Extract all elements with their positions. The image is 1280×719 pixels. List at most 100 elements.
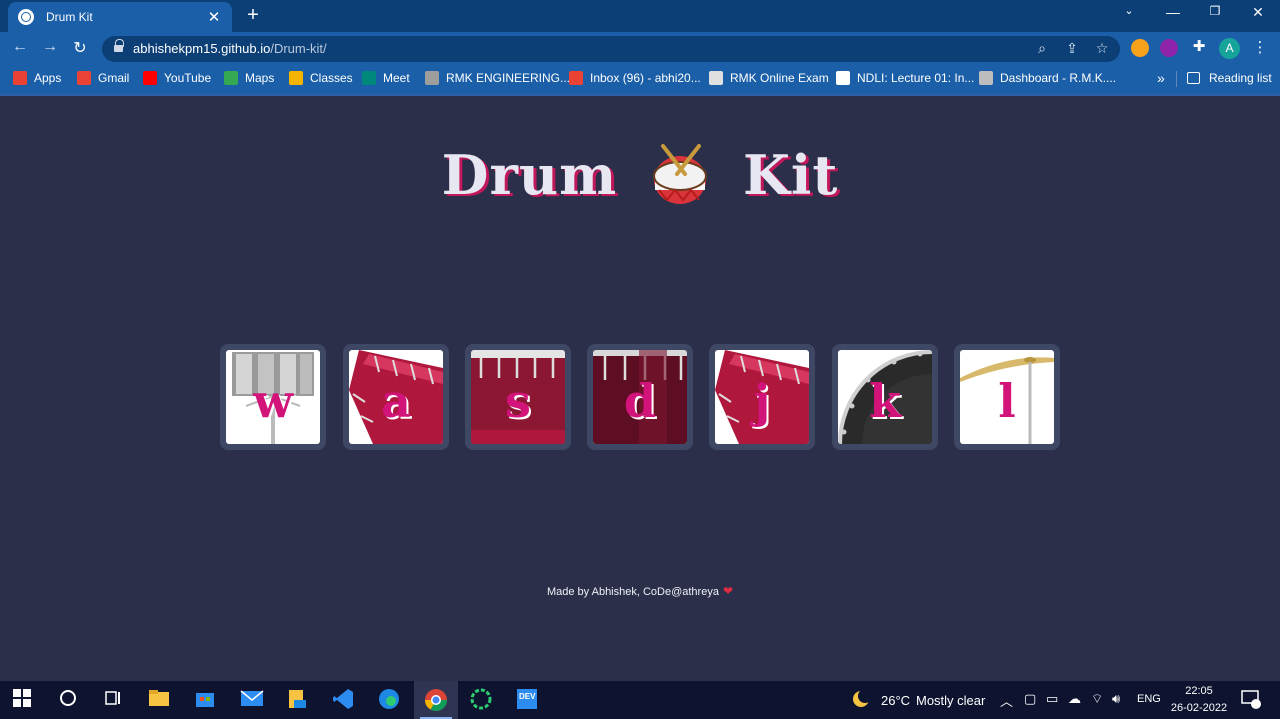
vscode-icon[interactable] (332, 688, 356, 712)
bookmark-item[interactable]: Classes (289, 71, 353, 85)
reading-list-icon (1187, 72, 1200, 84)
bookmark-item[interactable]: Inbox (96) - abhi20... (569, 71, 701, 85)
bookmark-label: RMK ENGINEERING... (446, 71, 571, 85)
drum-button-l[interactable]: l (954, 344, 1060, 450)
bookmark-item[interactable]: RMK ENGINEERING... (425, 71, 570, 85)
drum-emoji-icon (651, 143, 709, 206)
drum-button-w[interactable]: w (220, 344, 326, 450)
bookmark-item[interactable]: NDLI: Lecture 01: In... (836, 71, 974, 85)
footer-text: Made by Abhishek, CoDe@athreya (546, 586, 719, 598)
bookmark-item[interactable]: RMK Online Exam (709, 71, 829, 85)
forward-icon[interactable]: → (40, 38, 60, 56)
bookmark-item[interactable]: Apps (13, 71, 61, 85)
reload-icon[interactable]: ↻ (70, 38, 90, 58)
drum-key-letter: s (505, 374, 531, 428)
clock-time[interactable]: 22:05 (1170, 685, 1228, 697)
meet-now-icon[interactable]: ▢ (1024, 691, 1036, 707)
close-window-icon[interactable]: ✕ (1244, 4, 1272, 21)
drum-key-letter: k (869, 374, 901, 428)
moon-weather-icon[interactable] (850, 688, 874, 712)
bookmarks-bar: Apps Gmail YouTube Maps Classes Meet RMK ENGIN… (0, 65, 1280, 93)
address-bar[interactable]: abhishekpm15.github.io/Drum-kit/ ⌕ ⇪ ☆ (102, 36, 1120, 62)
language-indicator[interactable]: ENG (1137, 693, 1161, 705)
lock-icon (114, 39, 124, 53)
loading-app-icon[interactable] (470, 688, 494, 712)
new-tab-button[interactable]: + (243, 4, 263, 27)
onedrive-icon[interactable]: ☁ (1068, 691, 1081, 707)
restore-icon[interactable]: ❐ (1201, 4, 1229, 18)
youtube-icon (143, 71, 157, 85)
bookmark-label: Inbox (96) - abhi20... (590, 71, 701, 85)
wifi-icon[interactable]: ⌔ (1091, 691, 1103, 707)
reading-list-button[interactable]: Reading list (1187, 71, 1272, 85)
extension-2-icon[interactable] (1160, 39, 1178, 57)
file-explorer-icon[interactable] (148, 688, 172, 712)
mail-icon[interactable] (240, 688, 264, 712)
heart-icon: ❤ (722, 584, 734, 598)
page-content: Drum Kit w a s d j k l Made by Abhishek, CoDe@… (0, 96, 1280, 681)
drum-key-letter: l (998, 374, 1016, 428)
dev-app-icon[interactable]: DEV (516, 688, 540, 712)
close-tab-icon[interactable]: ✕ (206, 8, 222, 26)
tab-strip: Drum Kit ✕ + ⌄ — ❐ ✕ (0, 0, 1280, 32)
gmail-icon (569, 71, 583, 85)
bookmark-item[interactable]: YouTube (143, 71, 211, 85)
edge-icon[interactable] (378, 688, 402, 712)
bookmark-label: Gmail (98, 71, 130, 85)
title-left: Drum (441, 142, 618, 207)
tab-title: Drum Kit (46, 10, 93, 24)
weather-desc[interactable]: Mostly clear (916, 693, 985, 708)
browser-toolbar: ← → ↻ abhishekpm15.github.io/Drum-kit/ ⌕… (0, 32, 1280, 65)
browser-menu-icon[interactable]: ⋮ (1252, 38, 1268, 56)
back-icon[interactable]: ← (10, 38, 30, 56)
footer: Made by Abhishek, CoDe@athreya ❤ (0, 584, 1280, 598)
drum-button-d[interactable]: d (587, 344, 693, 450)
college-logo-icon (425, 71, 439, 85)
weather-temp[interactable]: 26°C (881, 693, 910, 708)
tab-drum-kit[interactable]: Drum Kit ✕ (8, 2, 232, 32)
bookmark-label: NDLI: Lecture 01: In... (857, 71, 975, 85)
bookmark-star-icon[interactable]: ☆ (1092, 40, 1112, 57)
chevron-up-icon[interactable]: ︿ (1000, 691, 1013, 710)
profile-avatar[interactable]: A (1219, 38, 1240, 59)
zoom-icon[interactable]: ⌕ (1032, 40, 1052, 57)
tab-search-icon[interactable]: ⌄ (1115, 4, 1143, 17)
drum-button-k[interactable]: k (832, 344, 938, 450)
notification-icon[interactable] (1240, 688, 1264, 712)
bookmarks-divider (1176, 71, 1177, 87)
apps-grid-icon (13, 71, 27, 85)
volume-icon[interactable]: 🔊︎ (1112, 691, 1120, 707)
task-view-icon[interactable] (103, 688, 127, 712)
windows-start-icon[interactable] (12, 688, 36, 712)
bookmark-label: Classes (310, 71, 353, 85)
store-icon[interactable] (194, 688, 218, 712)
drum-buttons: wa s d j k l (0, 344, 1280, 450)
drum-key-letter: j (753, 374, 771, 428)
clock-date[interactable]: 26-02-2022 (1166, 702, 1232, 714)
extension-1-icon[interactable] (1131, 39, 1149, 57)
bookmarks-overflow-icon[interactable]: » (1157, 70, 1165, 86)
search-circle-icon[interactable] (58, 688, 82, 712)
bookmark-item[interactable]: Gmail (77, 71, 129, 85)
bookmark-label: Dashboard - R.M.K.... (1000, 71, 1117, 85)
classroom-icon (289, 71, 303, 85)
drum-image: k (838, 350, 932, 444)
bookmark-item[interactable]: Dashboard - R.M.K.... (979, 71, 1116, 85)
drum-button-a[interactable]: a (343, 344, 449, 450)
bookmark-label: Maps (245, 71, 275, 85)
bookmark-label: YouTube (164, 71, 212, 85)
share-icon[interactable]: ⇪ (1062, 40, 1082, 57)
minimize-icon[interactable]: — (1159, 4, 1187, 20)
drum-image: w (226, 350, 320, 444)
bookmark-item[interactable]: Maps (224, 71, 274, 85)
sticky-notes-icon[interactable] (286, 688, 310, 712)
url-text: abhishekpm15.github.io/Drum-kit/ (133, 41, 327, 56)
bookmark-label: Meet (383, 71, 410, 85)
battery-icon[interactable]: ▭ (1046, 691, 1058, 707)
drum-button-j[interactable]: j (709, 344, 815, 450)
chrome-icon[interactable] (424, 688, 448, 712)
extensions-puzzle-icon[interactable]: ✚ (1190, 37, 1208, 55)
drum-button-s[interactable]: s (465, 344, 571, 450)
bookmark-item[interactable]: Meet (362, 71, 410, 85)
title-right: Kit (742, 142, 839, 207)
